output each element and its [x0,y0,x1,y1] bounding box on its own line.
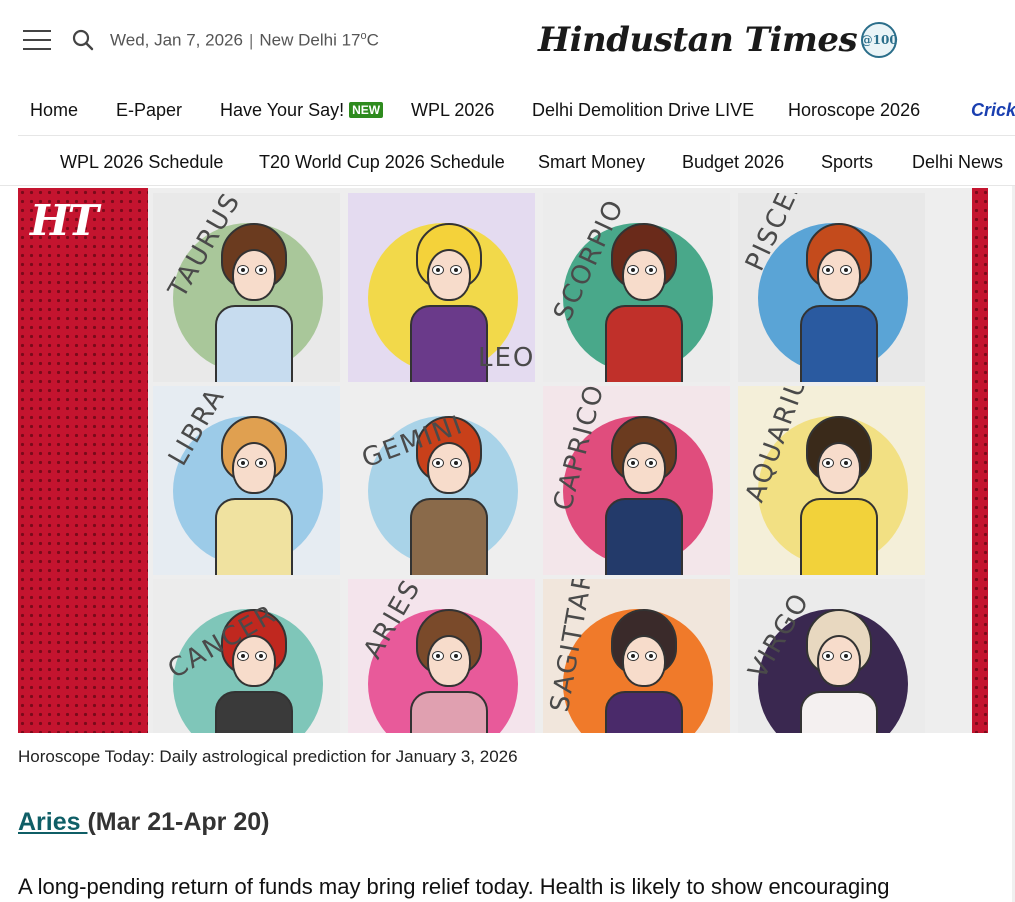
nav-epaper[interactable]: E-Paper [116,100,182,121]
nav-home[interactable]: Home [30,100,78,121]
figure-head [817,442,861,494]
figure-eye [432,265,444,275]
dateline: Wed, Jan 7, 2026 | New Delhi 17oC [110,30,379,51]
figure-eye [822,458,834,468]
figure-eye [237,458,249,468]
figure-body [215,305,293,382]
figure-head [817,249,861,301]
figure-eye [627,458,639,468]
figure-body [410,691,488,733]
figure-body [800,691,878,733]
centenary-seal-icon: @100 [861,22,898,58]
dateline-separator: | [248,30,254,50]
figure-eye [450,265,462,275]
nav-delhi-news[interactable]: Delhi News [912,152,1003,173]
figure-eye [627,265,639,275]
weather-text: New Delhi 17 [259,30,361,50]
aries-link[interactable]: Aries [18,808,87,836]
zodiac-grid: TAURUS LEO SCORPIO PISCES LIBRA GEMINI CAPRICO… [148,188,972,733]
zodiac-tile-taurus: TAURUS [153,193,340,382]
search-icon[interactable] [72,29,94,51]
hamburger-icon[interactable] [23,28,51,52]
nav-wpl-schedule[interactable]: WPL 2026 Schedule [60,152,223,173]
horoscope-hero-image: HT TAURUS LEO SCORPIO PISCES LIBRA GEMINI CAPR… [18,188,988,733]
figure-body [605,305,683,382]
figure-body [605,498,683,575]
horoscope-paragraph: A long-pending return of funds may bring… [18,874,890,899]
figure-eye [450,651,462,661]
nav-t20-schedule[interactable]: T20 World Cup 2026 Schedule [259,152,505,173]
zodiac-tile-gemini: GEMINI [348,386,535,575]
figure-eye [237,651,249,661]
zodiac-tile-aquarius: AQUARIUS [738,386,925,575]
logo-wordmark: Hindustan Times [538,20,858,60]
figure-head [622,442,666,494]
figure-eye [432,651,444,661]
nav-have-your-say-label: Have Your Say! [220,100,345,120]
zodiac-tile-sagittarius: SAGITTARIUS [543,579,730,733]
image-caption: Horoscope Today: Daily astrological pred… [18,747,518,766]
figure-eye [822,651,834,661]
nav-sports[interactable]: Sports [821,152,873,173]
figure-body [800,305,878,382]
figure-head [427,249,471,301]
nav-have-your-say[interactable]: Have Your Say! NEW [220,100,384,121]
figure-body [410,305,488,382]
figure-eye [255,458,267,468]
zodiac-tile-virgo: VIRGO [738,579,925,733]
figure-eye [840,651,852,661]
top-bar: Wed, Jan 7, 2026 | New Delhi 17oC Hindusta… [0,0,1015,82]
zodiac-tile-pisces: PISCES [738,193,925,382]
date-text: Wed, Jan 7, 2026 [110,30,243,50]
figure-eye [645,651,657,661]
figure-body [410,498,488,575]
figure-body [215,498,293,575]
primary-nav: Home E-Paper Have Your Say! NEW WPL 2026 … [18,84,1015,136]
secondary-nav: WPL 2026 Schedule T20 World Cup 2026 Sch… [0,136,1015,186]
zodiac-tile-libra: LIBRA [153,386,340,575]
figure-head [622,635,666,687]
figure-eye [627,651,639,661]
nav-smart-money[interactable]: Smart Money [538,152,645,173]
figure-body [800,498,878,575]
nav-horoscope-2026[interactable]: Horoscope 2026 [788,100,920,121]
nav-wpl-2026[interactable]: WPL 2026 [411,100,494,121]
figure-head [817,635,861,687]
ht-brand-mark: HT [30,196,99,245]
figure-head [427,635,471,687]
figure-eye [237,265,249,275]
figure-eye [822,265,834,275]
nav-budget-2026[interactable]: Budget 2026 [682,152,784,173]
dotted-frame-right [972,188,988,733]
figure-body [215,691,293,733]
figure-eye [255,651,267,661]
figure-eye [840,265,852,275]
temp-unit: C [366,30,379,50]
zodiac-label-leo: LEO [478,343,535,373]
figure-eye [255,265,267,275]
sign-heading: Aries (Mar 21-Apr 20) [18,808,269,837]
figure-head [232,442,276,494]
figure-eye [645,458,657,468]
figure-eye [450,458,462,468]
figure-head [232,249,276,301]
sign-dates: (Mar 21-Apr 20) [87,808,270,836]
new-badge: NEW [349,102,384,118]
figure-head [622,249,666,301]
dotted-frame-left [18,188,148,733]
site-logo[interactable]: Hindustan Times @100 [538,17,898,63]
zodiac-tile-cancer: CANCER [153,579,340,733]
figure-eye [432,458,444,468]
zodiac-tile-capricorn: CAPRICORN [543,386,730,575]
zodiac-tile-aries: ARIES [348,579,535,733]
zodiac-tile-leo: LEO [348,193,535,382]
zodiac-tile-scorpio: SCORPIO [543,193,730,382]
figure-body [605,691,683,733]
nav-cricket[interactable]: Crick [971,100,1015,121]
figure-eye [645,265,657,275]
figure-eye [840,458,852,468]
nav-delhi-demolition[interactable]: Delhi Demolition Drive LIVE [532,100,754,121]
